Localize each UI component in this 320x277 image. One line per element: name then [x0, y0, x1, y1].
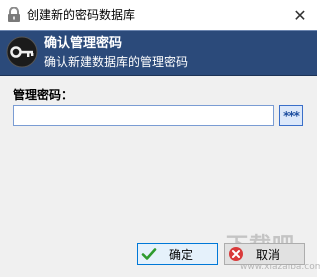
banner-title: 确认管理密码 [44, 36, 123, 51]
ok-button[interactable]: 确定 [137, 243, 218, 265]
show-password-button[interactable]: *** [279, 105, 303, 126]
lock-icon [7, 6, 21, 23]
password-input[interactable] [13, 105, 274, 126]
window-title: 创建新的密码数据库 [27, 8, 136, 22]
ok-button-label: 确定 [168, 247, 193, 262]
header-banner: 确认管理密码 确认新建数据库的管理密码 [0, 30, 317, 76]
title-bar: 创建新的密码数据库 ✕ [0, 0, 317, 30]
cancel-button[interactable]: 取消 [224, 243, 305, 265]
key-icon [6, 36, 38, 68]
dialog-window: 创建新的密码数据库 ✕ 确认管理密码 确认新建数据库的管理密码 管理密码： **… [0, 0, 320, 277]
cancel-button-label: 取消 [255, 247, 280, 262]
password-label: 管理密码： [13, 88, 74, 102]
cancel-icon [228, 246, 244, 262]
close-button[interactable]: ✕ [283, 0, 317, 30]
close-icon: ✕ [293, 5, 307, 25]
checkmark-icon [141, 246, 157, 262]
banner-subtitle: 确认新建数据库的管理密码 [44, 55, 189, 69]
